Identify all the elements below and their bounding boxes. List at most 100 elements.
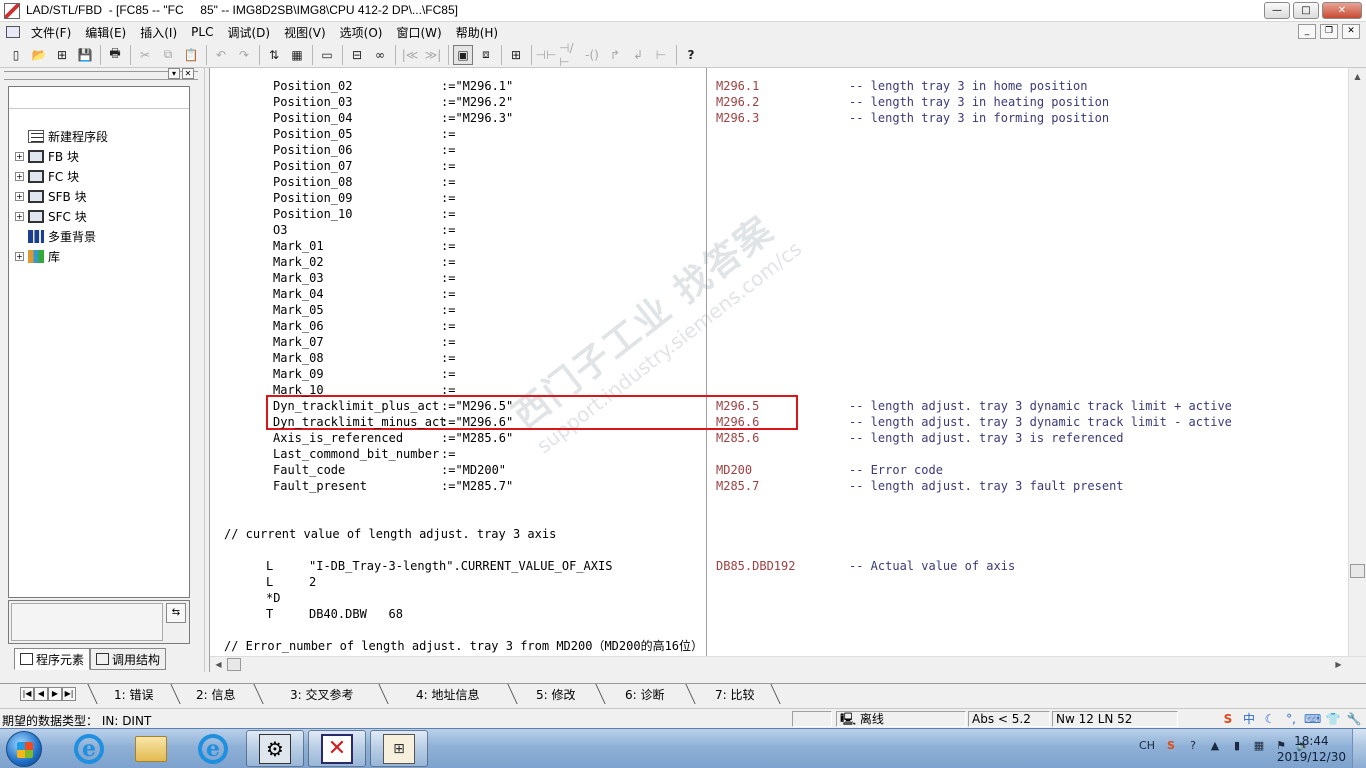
comment-line[interactable]: // current value of length adjust. tray … xyxy=(210,526,1347,542)
tab-compare[interactable]: 7: 比较 xyxy=(715,686,755,703)
scroll-thumb[interactable] xyxy=(1350,564,1365,578)
new-icon[interactable]: ▯ xyxy=(6,45,26,65)
monitor-icon[interactable]: ▦ xyxy=(287,45,307,65)
taskbar-ie-2[interactable]: e xyxy=(184,730,242,767)
parameter-line[interactable]: Axis_is_referenced:="M285.6" M285.6 -- len… xyxy=(210,430,1347,446)
contact-nc-icon[interactable]: ⊣/⊢ xyxy=(559,41,579,69)
taskbar-simatic-manager[interactable]: ✕ xyxy=(308,730,366,767)
tab-call-structure[interactable]: 调用结构 xyxy=(90,648,167,670)
vertical-scrollbar[interactable]: ▲ xyxy=(1348,68,1366,656)
expand-icon[interactable]: + xyxy=(15,171,24,181)
menu-file[interactable]: 文件(F) xyxy=(24,24,78,41)
minimize-button[interactable]: — xyxy=(1264,2,1290,19)
parameter-line[interactable]: Position_03:="M296.2" M296.2 -- length tra… xyxy=(210,94,1347,110)
menu-window[interactable]: 窗口(W) xyxy=(389,24,448,41)
tree-item-library[interactable]: + 库 xyxy=(15,247,60,265)
parameter-line[interactable]: Dyn_tracklimit_minus_act:="M296.6" M296.6… xyxy=(210,414,1347,430)
tab-program-elements[interactable]: 程序元素 xyxy=(14,648,91,670)
mdi-close-button[interactable]: ✕ xyxy=(1342,24,1360,39)
parameter-line[interactable]: Dyn_tracklimit_plus_act:="M296.5" M296.5 -… xyxy=(210,398,1347,414)
load-icon[interactable]: ⇅ xyxy=(264,45,284,65)
parameter-line[interactable]: Position_10:= xyxy=(210,206,1347,222)
scroll-right-icon[interactable]: ▶ xyxy=(1330,657,1347,673)
show-desktop-button[interactable] xyxy=(1352,729,1366,768)
toggle-view-button[interactable]: ⇆ xyxy=(166,603,186,623)
parameter-line[interactable]: Position_02:="M296.1" M296.1 -- length tra… xyxy=(210,78,1347,94)
mdi-restore-button[interactable]: ❐ xyxy=(1320,24,1338,39)
connection-icon[interactable]: ⊢ xyxy=(651,45,671,65)
parameter-line[interactable]: Position_06:= xyxy=(210,142,1347,158)
half-width-icon[interactable]: ☾ xyxy=(1262,711,1278,727)
scroll-up-icon[interactable]: ▲ xyxy=(1349,68,1366,85)
parameter-line[interactable]: Mark_06:= xyxy=(210,318,1347,334)
parameter-line[interactable]: Mark_07:= xyxy=(210,334,1347,350)
print-icon[interactable]: 🖶 xyxy=(105,45,125,65)
parameter-line[interactable]: Fault_present:="M285.7" M285.7 -- length a… xyxy=(210,478,1347,494)
undo-icon[interactable]: ↶ xyxy=(211,45,231,65)
parameter-line[interactable]: Mark_09:= xyxy=(210,366,1347,382)
bookmark-next-icon[interactable]: ≫| xyxy=(423,45,443,65)
stl-editor[interactable]: 西门子工业 找答案 support.industry.siemens.com/c… xyxy=(209,68,1366,672)
menu-plc[interactable]: PLC xyxy=(184,25,220,39)
settings-icon[interactable]: 🔧 xyxy=(1346,711,1362,727)
tab-address-info[interactable]: 4: 地址信息 xyxy=(416,686,480,703)
overview-icon[interactable]: ▣ xyxy=(453,44,473,65)
pane-close-button[interactable]: ✕ xyxy=(182,68,194,79)
parameter-line[interactable]: Position_09:= xyxy=(210,190,1347,206)
instruction-line[interactable]: L "I-DB_Tray-3-length".CURRENT_VALUE_OF_A… xyxy=(210,558,1347,574)
paste-icon[interactable]: 📋 xyxy=(181,45,201,65)
taskbar-explorer[interactable] xyxy=(122,730,180,767)
battery-icon[interactable]: ▮ xyxy=(1230,739,1244,753)
menu-options[interactable]: 选项(O) xyxy=(333,24,390,41)
keyboard-icon[interactable]: ⌨ xyxy=(1304,711,1321,727)
document-icon[interactable] xyxy=(6,26,20,38)
maximize-button[interactable]: □ xyxy=(1293,2,1319,19)
expand-icon[interactable]: + xyxy=(15,191,24,201)
compile-icon[interactable]: ⊟ xyxy=(347,45,367,65)
network-insert-icon[interactable]: ⊞ xyxy=(506,45,526,65)
tree-item-multi-instance[interactable]: 多重背景 xyxy=(15,227,96,245)
tree-item-fc-blocks[interactable]: + FC 块 xyxy=(15,167,79,185)
instruction-line[interactable]: *D xyxy=(210,590,1347,606)
branch-close-icon[interactable]: ↲ xyxy=(628,45,648,65)
coil-icon[interactable]: -() xyxy=(582,45,602,65)
parameter-line[interactable]: Mark_08:= xyxy=(210,350,1347,366)
help-icon[interactable]: ? xyxy=(681,45,701,65)
punctuation-icon[interactable]: °, xyxy=(1283,711,1299,727)
view-icon[interactable]: ▭ xyxy=(317,45,337,65)
comment-line[interactable]: // Error_number of length adjust. tray 3… xyxy=(210,638,1347,654)
parameter-line[interactable]: Position_04:="M296.3" M296.3 -- length tra… xyxy=(210,110,1347,126)
instruction-line[interactable]: T DB40.DBW 68 xyxy=(210,606,1347,622)
expand-icon[interactable]: + xyxy=(15,151,24,161)
help-tray-icon[interactable]: ? xyxy=(1186,739,1200,753)
chinese-mode-icon[interactable]: 中 xyxy=(1241,711,1257,727)
parameter-line[interactable]: Mark_02:= xyxy=(210,254,1347,270)
tab-modify[interactable]: 5: 修改 xyxy=(536,686,576,703)
zoom-icon[interactable]: ⧈ xyxy=(476,45,496,65)
save-icon[interactable]: 💾 xyxy=(75,45,95,65)
cut-icon[interactable]: ✂ xyxy=(135,45,155,65)
copy-icon[interactable]: ⧉ xyxy=(158,45,178,65)
parameter-line[interactable]: Fault_code:="MD200" MD200 -- Error code xyxy=(210,462,1347,478)
tab-diagnostics[interactable]: 6: 诊断 xyxy=(625,686,665,703)
menu-help[interactable]: 帮助(H) xyxy=(449,24,505,41)
expand-icon[interactable]: + xyxy=(15,251,24,261)
parameter-line[interactable]: Mark_01:= xyxy=(210,238,1347,254)
horizontal-scrollbar[interactable]: ◀ ▶ xyxy=(210,656,1366,672)
tab-errors[interactable]: 1: 错误 xyxy=(114,686,154,703)
close-button[interactable]: ✕ xyxy=(1322,2,1362,19)
tree-item-sfb-blocks[interactable]: + SFB 块 xyxy=(15,187,87,205)
parameter-line[interactable]: Position_05:= xyxy=(210,126,1347,142)
network-tray-icon[interactable]: ▦ xyxy=(1252,739,1266,753)
tree-item-new-network[interactable]: 新建程序段 xyxy=(15,127,108,145)
tab-info[interactable]: 2: 信息 xyxy=(196,686,236,703)
parameter-line[interactable]: Mark_10:= xyxy=(210,382,1347,398)
sogou-icon[interactable]: S xyxy=(1220,711,1236,727)
parameter-line[interactable]: O3:= xyxy=(210,222,1347,238)
skin-icon[interactable]: 👕 xyxy=(1325,711,1341,727)
code-area[interactable]: 西门子工业 找答案 support.industry.siemens.com/c… xyxy=(210,68,1347,656)
mdi-minimize-button[interactable]: _ xyxy=(1298,24,1316,39)
pane-dropdown-button[interactable]: ▾ xyxy=(168,68,180,79)
tree-item-sfc-blocks[interactable]: + SFC 块 xyxy=(15,207,87,225)
parameter-line[interactable]: Position_07:= xyxy=(210,158,1347,174)
